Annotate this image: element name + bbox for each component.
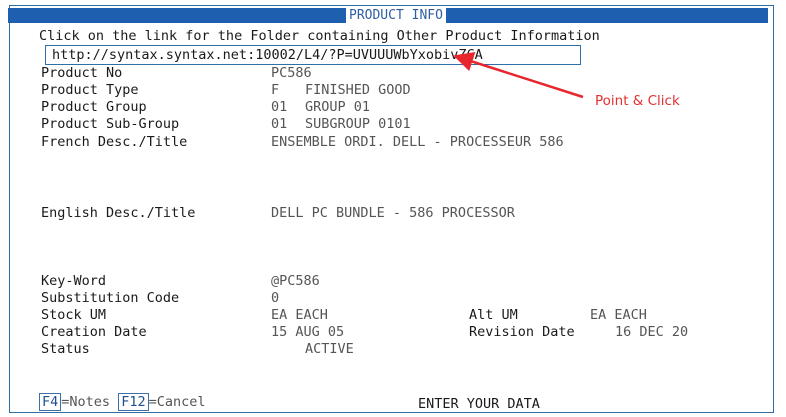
point-and-click-annotation: Point & Click — [595, 93, 680, 109]
annotation-arrow-icon — [453, 52, 584, 99]
